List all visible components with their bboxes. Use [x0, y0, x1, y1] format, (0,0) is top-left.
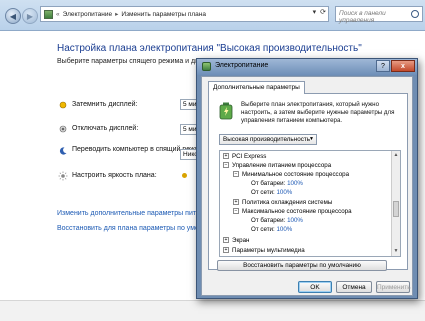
close-button[interactable]: x	[391, 60, 415, 72]
sleep-icon	[59, 147, 67, 155]
status-area	[0, 300, 425, 321]
ok-button[interactable]: OK	[298, 281, 332, 293]
plan-select[interactable]: Высокая производительность ▼	[219, 134, 317, 145]
power-options-dialog: Электропитание ? x Выберите план электро…	[196, 58, 418, 299]
scroll-down-icon[interactable]: ▼	[392, 247, 400, 255]
tree-item-multimedia[interactable]: + Параметры мультимедиа	[223, 247, 305, 255]
tab-panel: Выберите план электропитания, который ну…	[208, 93, 408, 271]
collapse-icon[interactable]: −	[233, 208, 239, 215]
scroll-thumb[interactable]	[393, 201, 399, 217]
tree-item-battery-max[interactable]: От батареи: 100%	[251, 217, 303, 225]
dim-display-label: Затемнить дисплей:	[72, 101, 138, 108]
expand-icon[interactable]: +	[223, 237, 229, 244]
breadcrumb-separator: «	[56, 10, 60, 18]
back-icon[interactable]: ◀	[5, 8, 21, 24]
refresh-icon[interactable]: ⟳	[320, 8, 326, 16]
breadcrumb-power[interactable]: Электропитание	[63, 11, 113, 18]
dim-display-icon	[59, 101, 67, 109]
expand-icon[interactable]: +	[223, 153, 229, 160]
cancel-button[interactable]: Отмена	[336, 281, 372, 293]
collapse-icon[interactable]: −	[223, 162, 229, 169]
expand-icon[interactable]: +	[223, 247, 229, 254]
tree-scrollbar[interactable]: ▲ ▼	[391, 151, 400, 256]
search-icon[interactable]	[411, 10, 419, 18]
scroll-up-icon[interactable]: ▲	[392, 151, 400, 159]
tree-item-ac-max[interactable]: От сети: 100%	[251, 226, 292, 234]
dialog-body: Выберите план электропитания, который ну…	[201, 76, 413, 296]
tree-item-cooling-policy[interactable]: + Политика охлаждения системы	[233, 199, 332, 207]
tree-item-display[interactable]: + Экран	[223, 237, 249, 245]
collapse-icon[interactable]: −	[233, 171, 239, 178]
address-actions: ▾ ⟳	[313, 8, 326, 16]
search-placeholder: Поиск в панели управления	[339, 10, 386, 24]
restore-defaults-link[interactable]: Восстановить для плана параметры по умол…	[57, 225, 210, 232]
tree-item-ac-min[interactable]: От сети: 100%	[251, 189, 292, 197]
tree-item-pci-express[interactable]: + PCI Express	[223, 153, 266, 161]
breadcrumb-separator: ▸	[115, 11, 119, 18]
restore-defaults-button[interactable]: Восстановить параметры по умолчанию	[217, 260, 387, 271]
expand-icon[interactable]: +	[233, 199, 239, 206]
tree-item-max-cpu[interactable]: − Максимальное состояние процессора	[233, 208, 352, 216]
forward-icon[interactable]: ▶	[22, 8, 38, 24]
apply-button[interactable]: Применить	[376, 281, 411, 293]
dialog-title: Электропитание	[215, 62, 269, 69]
plan-select-value: Высокая производительность	[223, 136, 311, 143]
page-title: Настройка плана электропитания "Высокая …	[57, 43, 362, 54]
brightness-icon	[58, 171, 68, 181]
tree-item-min-cpu[interactable]: − Минимальное состояние процессора	[233, 171, 349, 179]
battery-icon	[219, 102, 233, 120]
tree-item-cpu-power[interactable]: − Управление питанием процессора	[223, 162, 331, 170]
display-off-icon	[59, 125, 67, 133]
tab-advanced-settings[interactable]: Дополнительные параметры	[208, 81, 305, 94]
page-subtitle: Выберите параметры спящего режима и дисп…	[57, 58, 219, 65]
help-button[interactable]: ?	[376, 60, 390, 72]
tree-item-battery-min[interactable]: От батареи: 100%	[251, 180, 303, 188]
settings-tree[interactable]: + PCI Express − Управление питанием процес…	[219, 150, 401, 257]
brightness-slider-icon[interactable]	[182, 173, 187, 178]
display-off-label: Отключать дисплей:	[72, 125, 139, 132]
chevron-down-icon: ▼	[309, 136, 314, 142]
control-panel-icon	[44, 9, 53, 19]
advanced-settings-link[interactable]: Изменить дополнительные параметры питани…	[57, 210, 211, 217]
breadcrumb-edit-plan[interactable]: Изменить параметры плана	[121, 11, 206, 18]
brightness-label: Настроить яркость плана:	[72, 172, 157, 179]
dropdown-arrow-icon[interactable]: ▾	[313, 8, 317, 16]
power-options-icon	[202, 62, 211, 71]
address-bar[interactable]: « Электропитание ▸ Изменить параметры пл…	[40, 6, 329, 22]
search-input[interactable]: Поиск в панели управления	[335, 6, 423, 24]
dialog-info-text: Выберите план электропитания, который ну…	[241, 101, 395, 124]
